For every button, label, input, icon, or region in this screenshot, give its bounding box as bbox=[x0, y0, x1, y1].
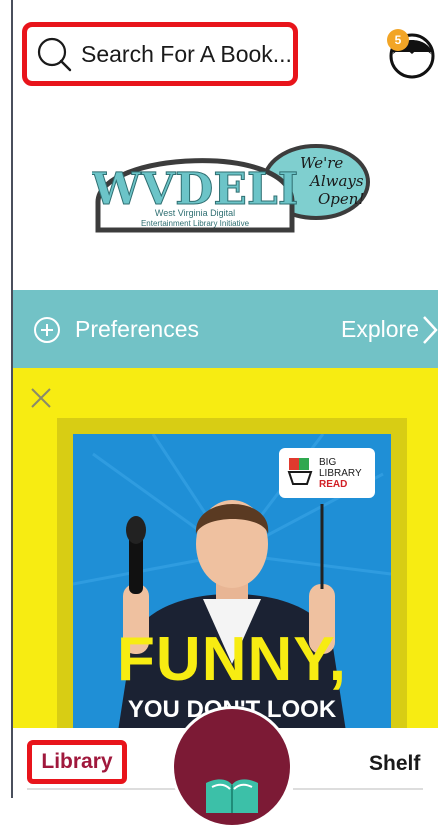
nav-divider-right bbox=[293, 788, 423, 790]
chevron-right-icon[interactable] bbox=[421, 314, 438, 346]
logo-tagline-line3: Open! bbox=[318, 190, 364, 208]
logo-tagline-line2: Always bbox=[308, 172, 364, 190]
wvdeli-logo: We're Always Open! WVDELI West Virginia … bbox=[90, 142, 372, 237]
badge-line-1: BIG bbox=[319, 456, 337, 468]
promo-artwork[interactable]: BIG LIBRARY READ FUNNY, YOU DON'T LOOK bbox=[73, 434, 391, 728]
logo-subtitle-line1: West Virginia Digital bbox=[155, 208, 235, 218]
notification-badge: 5 bbox=[387, 29, 409, 51]
logo-tagline-line1: We're bbox=[300, 154, 343, 172]
open-book-icon bbox=[206, 779, 258, 813]
search-icon bbox=[35, 35, 73, 73]
preferences-button[interactable]: Preferences bbox=[75, 316, 199, 343]
explore-button[interactable]: Explore bbox=[341, 316, 419, 343]
libby-logo bbox=[174, 709, 290, 825]
nav-library-tab[interactable]: Library bbox=[27, 740, 127, 784]
logo-subtitle-line2: Entertainment Library Initiative bbox=[141, 219, 250, 228]
nav-shelf-tab[interactable]: Shelf bbox=[369, 752, 420, 776]
close-icon[interactable] bbox=[29, 386, 53, 410]
promo-frame: BIG LIBRARY READ FUNNY, YOU DON'T LOOK bbox=[57, 418, 407, 728]
big-library-read-text: BIG LIBRARY READ bbox=[319, 457, 362, 490]
nav-divider-left bbox=[27, 788, 177, 790]
search-input[interactable]: Search For A Book... bbox=[81, 41, 292, 68]
book-stack-icon bbox=[287, 456, 313, 491]
badge-line-2: LIBRARY bbox=[319, 467, 362, 479]
left-frame-edge bbox=[0, 0, 13, 798]
libby-home-button[interactable] bbox=[171, 706, 293, 828]
bottom-navigation: Library Shelf bbox=[13, 706, 438, 828]
preferences-bar: Preferences Explore bbox=[13, 290, 438, 368]
search-box[interactable]: Search For A Book... bbox=[22, 22, 298, 86]
promo-banner[interactable]: BIG LIBRARY READ FUNNY, YOU DON'T LOOK bbox=[13, 368, 438, 728]
badge-line-3: READ bbox=[319, 478, 348, 490]
big-library-read-badge: BIG LIBRARY READ bbox=[279, 448, 375, 498]
add-circle-icon[interactable] bbox=[33, 316, 61, 344]
promo-headline: FUNNY, bbox=[117, 625, 347, 694]
